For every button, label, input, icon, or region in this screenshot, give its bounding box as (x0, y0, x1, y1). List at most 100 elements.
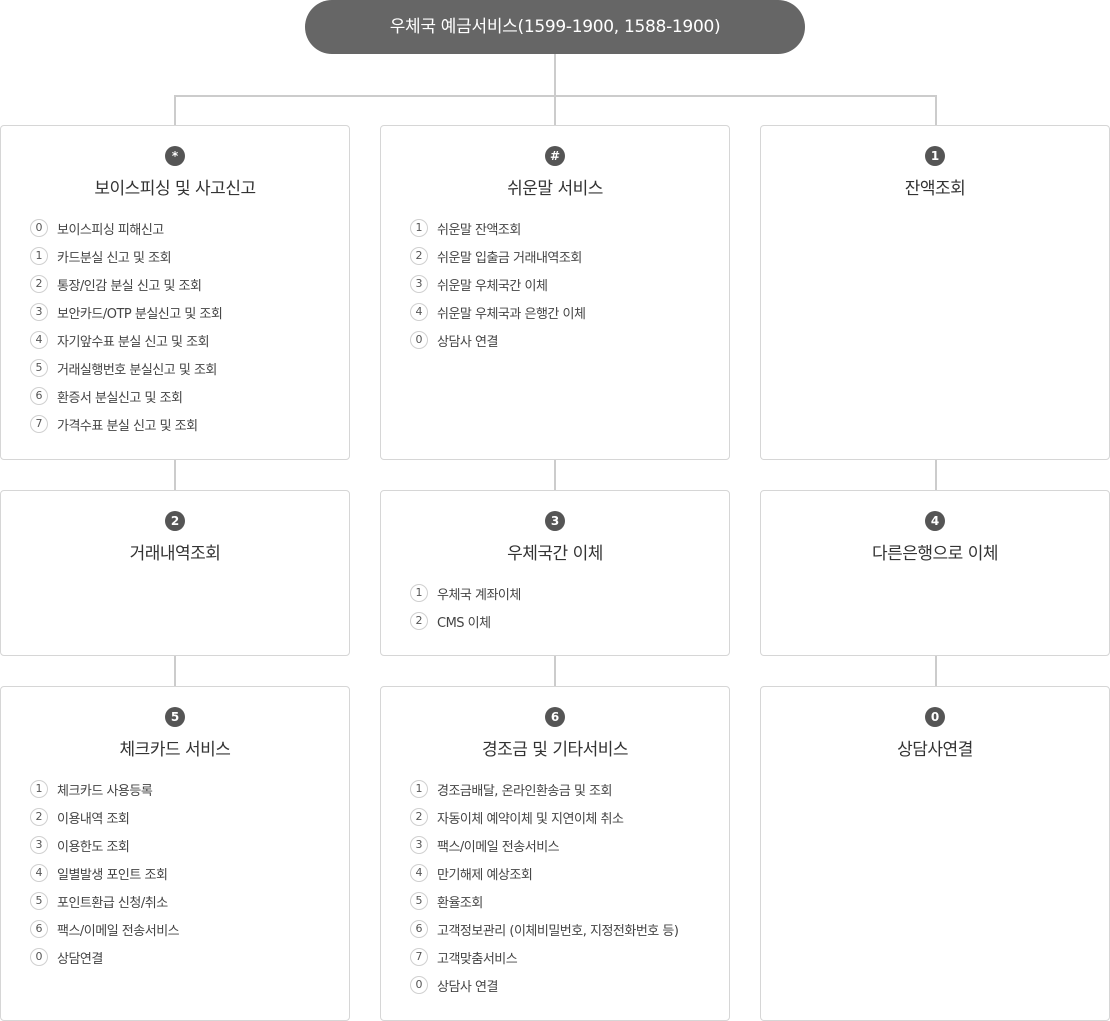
item-label: 상담사 연결 (437, 334, 498, 350)
box-title: 보이스피싱 및 사고신고 (94, 179, 256, 199)
list-item: 4 만기해제 예상조회 (410, 859, 723, 887)
item-label: 고객정보관리 (이체비밀번호, 지정전화번호 등) (437, 923, 679, 939)
item-number: 1 (30, 247, 48, 265)
item-number: 4 (30, 864, 48, 882)
item-label: 보이스피싱 피해신고 (57, 222, 164, 238)
item-label: 고객맞춤서비스 (437, 951, 518, 967)
item-label: 우체국 계좌이체 (437, 587, 521, 603)
item-label: 가격수표 분실 신고 및 조회 (57, 418, 198, 434)
list-item: 3 보안카드/OTP 분실신고 및 조회 (30, 298, 343, 326)
item-label: 자기앞수표 분실 신고 및 조회 (57, 334, 210, 350)
list-item: 2 통장/인감 분실 신고 및 조회 (30, 270, 343, 298)
item-label: 환율조회 (437, 895, 483, 911)
item-label: 경조금배달, 온라인환송금 및 조회 (437, 783, 612, 799)
menu-list: 0 보이스피싱 피해신고 1 카드분실 신고 및 조회 2 통장/인감 분실 신고 및… (30, 214, 343, 438)
menu-box-easy-speech: # 쉬운말 서비스 1 쉬운말 잔액조회 2 쉬운말 입출금 거래내역조회 3 쉬운말… (380, 125, 730, 460)
list-item: 6 고객정보관리 (이체비밀번호, 지정전화번호 등) (410, 915, 723, 943)
menu-box-check-card: 5 체크카드 서비스 1 체크카드 사용등록 2 이용내역 조회 3 이용한도 조회 … (0, 686, 350, 1021)
menu-list: 1 우체국 계좌이체 2 CMS 이체 (410, 579, 723, 635)
item-number: 2 (410, 808, 428, 826)
item-label: 만기해제 예상조회 (437, 867, 533, 883)
item-label: 자동이체 예약이체 및 지연이체 취소 (437, 811, 624, 827)
key-badge: 3 (545, 511, 565, 531)
list-item: 5 거래실행번호 분실신고 및 조회 (30, 354, 343, 382)
list-item: 0 상담연결 (30, 943, 343, 971)
item-number: 7 (30, 415, 48, 433)
menu-box-post-transfer: 3 우체국간 이체 1 우체국 계좌이체 2 CMS 이체 (380, 490, 730, 656)
menu-list: 1 체크카드 사용등록 2 이용내역 조회 3 이용한도 조회 4 일별발생 포인트 조… (30, 775, 343, 971)
list-item: 3 쉬운말 우체국간 이체 (410, 270, 723, 298)
connector-col2-row1 (554, 459, 556, 491)
key-badge: 5 (165, 707, 185, 727)
box-title: 쉬운말 서비스 (507, 179, 603, 199)
item-number: 4 (410, 864, 428, 882)
item-label: 상담사 연결 (437, 979, 498, 995)
item-number: 0 (410, 331, 428, 349)
item-number: 7 (410, 948, 428, 966)
item-label: CMS 이체 (437, 615, 491, 631)
menu-box-transaction-history: 2 거래내역조회 (0, 490, 350, 656)
list-item: 4 자기앞수표 분실 신고 및 조회 (30, 326, 343, 354)
item-label: 쉬운말 입출금 거래내역조회 (437, 250, 582, 266)
item-label: 이용내역 조회 (57, 811, 130, 827)
menu-box-condolence-etc: 6 경조금 및 기타서비스 1 경조금배달, 온라인환송금 및 조회 2 자동이체 … (380, 686, 730, 1021)
connector-col1-row1 (174, 459, 176, 491)
connector-root-down (554, 54, 556, 96)
connector-col2-row2 (554, 655, 556, 687)
item-number: 4 (410, 303, 428, 321)
list-item: 4 쉬운말 우체국과 은행간 이체 (410, 298, 723, 326)
box-title: 거래내역조회 (129, 544, 221, 564)
item-number: 6 (30, 920, 48, 938)
menu-box-other-bank-transfer: 4 다른은행으로 이체 (760, 490, 1110, 656)
item-number: 3 (410, 275, 428, 293)
list-item: 1 카드분실 신고 및 조회 (30, 242, 343, 270)
item-number: 3 (30, 303, 48, 321)
box-title: 우체국간 이체 (507, 544, 603, 564)
item-number: 2 (410, 247, 428, 265)
connector-col3-row2 (935, 655, 937, 687)
item-label: 일별발생 포인트 조회 (57, 867, 168, 883)
item-label: 카드분실 신고 및 조회 (57, 250, 172, 266)
item-number: 2 (30, 275, 48, 293)
item-label: 쉬운말 잔액조회 (437, 222, 521, 238)
key-badge: # (545, 146, 565, 166)
item-number: 4 (30, 331, 48, 349)
list-item: 4 일별발생 포인트 조회 (30, 859, 343, 887)
box-title: 체크카드 서비스 (119, 740, 231, 760)
list-item: 1 체크카드 사용등록 (30, 775, 343, 803)
list-item: 7 고객맞춤서비스 (410, 943, 723, 971)
item-number: 0 (30, 219, 48, 237)
root-node: 우체국 예금서비스(1599-1900, 1588-1900) (305, 0, 805, 54)
list-item: 1 우체국 계좌이체 (410, 579, 723, 607)
item-label: 팩스/이메일 전송서비스 (437, 839, 560, 855)
item-label: 보안카드/OTP 분실신고 및 조회 (57, 306, 223, 322)
key-badge: 4 (925, 511, 945, 531)
item-number: 1 (410, 584, 428, 602)
list-item: 1 쉬운말 잔액조회 (410, 214, 723, 242)
item-number: 6 (410, 920, 428, 938)
key-badge: 2 (165, 511, 185, 531)
item-number: 3 (30, 836, 48, 854)
list-item: 0 보이스피싱 피해신고 (30, 214, 343, 242)
item-label: 쉬운말 우체국간 이체 (437, 278, 548, 294)
list-item: 1 경조금배달, 온라인환송금 및 조회 (410, 775, 723, 803)
item-label: 팩스/이메일 전송서비스 (57, 923, 180, 939)
item-number: 1 (410, 219, 428, 237)
list-item: 3 팩스/이메일 전송서비스 (410, 831, 723, 859)
box-title: 다른은행으로 이체 (871, 544, 999, 564)
item-label: 이용한도 조회 (57, 839, 130, 855)
connector-col1-top (174, 95, 176, 126)
item-label: 포인트환급 신청/취소 (57, 895, 168, 911)
list-item: 5 포인트환급 신청/취소 (30, 887, 343, 915)
item-number: 3 (410, 836, 428, 854)
list-item: 7 가격수표 분실 신고 및 조회 (30, 410, 343, 438)
item-number: 2 (30, 808, 48, 826)
list-item: 2 쉬운말 입출금 거래내역조회 (410, 242, 723, 270)
key-badge: * (165, 146, 185, 166)
list-item: 3 이용한도 조회 (30, 831, 343, 859)
key-badge: 6 (545, 707, 565, 727)
menu-list: 1 경조금배달, 온라인환송금 및 조회 2 자동이체 예약이체 및 지연이체 취소… (410, 775, 723, 999)
item-label: 체크카드 사용등록 (57, 783, 153, 799)
item-number: 0 (30, 948, 48, 966)
list-item: 2 CMS 이체 (410, 607, 723, 635)
